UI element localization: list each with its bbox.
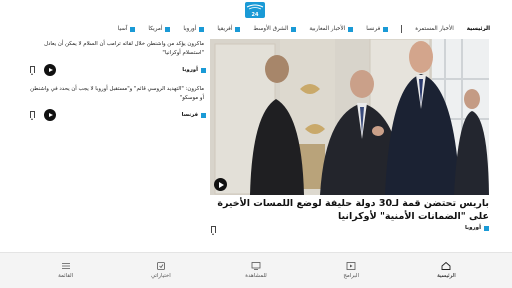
nav-item-label: أوروبا	[183, 26, 197, 32]
tab-label: الرئيسية	[437, 273, 456, 279]
bookmark-icon[interactable]	[211, 226, 216, 235]
nav-item-asia[interactable]: آسيا	[118, 26, 136, 32]
home-icon	[441, 262, 451, 270]
play-icon	[218, 181, 224, 188]
side-article-title: ماكرون: "التهديد الروسي قائم" و"مستقبل أ…	[30, 86, 204, 101]
nav-item-middle-east[interactable]: الشرق الأوسط	[253, 26, 297, 32]
tab-watch[interactable]: للمشاهدة	[231, 262, 281, 279]
nav-item-label: آسيا	[117, 26, 128, 32]
play-video-button[interactable]	[44, 109, 56, 121]
tab-label: البرامج	[343, 273, 360, 279]
square-icon	[383, 26, 389, 32]
nav-item-europe[interactable]: أوروبا	[183, 26, 205, 32]
side-article-title: ماكرون يؤكد من واشنطن خلال لقائه ترامب أ…	[44, 41, 204, 56]
logo-text: 24	[252, 12, 259, 18]
nav-item-label: أمريكا	[148, 26, 163, 32]
bottom-tab-bar: الرئيسية البرامج للمشاهدة اختياراتي القا…	[0, 252, 512, 288]
nav-item-home[interactable]: الرئيسية	[467, 26, 490, 32]
nav-item-africa[interactable]: أفريقيا	[217, 26, 241, 32]
tab-label: اختياراتي	[150, 273, 171, 279]
play-video-button[interactable]	[44, 64, 56, 76]
play-icon	[48, 113, 53, 117]
category-label: أوروبا	[182, 67, 198, 73]
tab-programs[interactable]: البرامج	[326, 262, 376, 279]
square-icon	[199, 26, 205, 32]
hero-image[interactable]	[210, 39, 489, 195]
hero-category[interactable]: أوروبا	[465, 225, 489, 231]
nav-item-america[interactable]: أمريكا	[148, 26, 171, 32]
menu-icon	[61, 263, 70, 269]
programs-icon	[346, 262, 356, 270]
tab-label: للمشاهدة	[245, 273, 267, 279]
category-label: فرنسا	[181, 112, 198, 118]
tab-label: القائمة	[58, 273, 74, 279]
bookmark-icon[interactable]	[30, 66, 35, 75]
side-article-category[interactable]: فرنسا	[182, 112, 206, 118]
square-icon	[348, 26, 354, 32]
tv-icon	[251, 262, 261, 270]
hero-headline[interactable]: باريس تحتضن قمة لـ30 دولة حليفة لوضع الل…	[209, 197, 489, 223]
play-video-button[interactable]	[214, 178, 227, 191]
tab-menu[interactable]: القائمة	[41, 262, 91, 279]
square-icon	[201, 67, 206, 73]
nav-item-label: الرئيسية	[466, 26, 490, 32]
square-icon	[165, 26, 171, 32]
nav-item-live-news[interactable]: الأخبار المستمرة	[415, 26, 454, 32]
category-label: أوروبا	[464, 225, 481, 231]
nav-item-label: فرنسا	[366, 26, 381, 32]
france24-logo[interactable]: 24	[245, 2, 265, 18]
side-article-category[interactable]: أوروبا	[182, 67, 206, 73]
nav-divider	[401, 25, 403, 33]
side-article[interactable]: ماكرون: "التهديد الروسي قائم" و"مستقبل أ…	[28, 85, 204, 103]
section-nav: الرئيسية الأخبار المستمرة فرنسا الأخبار …	[0, 22, 512, 36]
tab-favorites[interactable]: اختياراتي	[136, 262, 186, 279]
square-icon	[235, 26, 241, 32]
bookmark-icon[interactable]	[30, 111, 35, 120]
nav-item-label: أفريقيا	[217, 26, 233, 32]
nav-item-label: الأخبار المستمرة	[415, 26, 454, 32]
nav-item-label: الأخبار المغاربية	[309, 26, 346, 32]
square-icon	[130, 26, 136, 32]
nav-item-france[interactable]: فرنسا	[366, 26, 389, 32]
tab-home[interactable]: الرئيسية	[421, 262, 471, 279]
square-icon	[484, 225, 489, 231]
nav-item-label: الشرق الأوسط	[253, 26, 289, 32]
favorites-icon	[156, 262, 165, 270]
square-icon	[201, 112, 206, 118]
play-icon	[48, 68, 53, 72]
nav-item-maghreb[interactable]: الأخبار المغاربية	[309, 26, 354, 32]
side-article[interactable]: ماكرون يؤكد من واشنطن خلال لقائه ترامب أ…	[28, 40, 204, 58]
square-icon	[291, 26, 297, 32]
